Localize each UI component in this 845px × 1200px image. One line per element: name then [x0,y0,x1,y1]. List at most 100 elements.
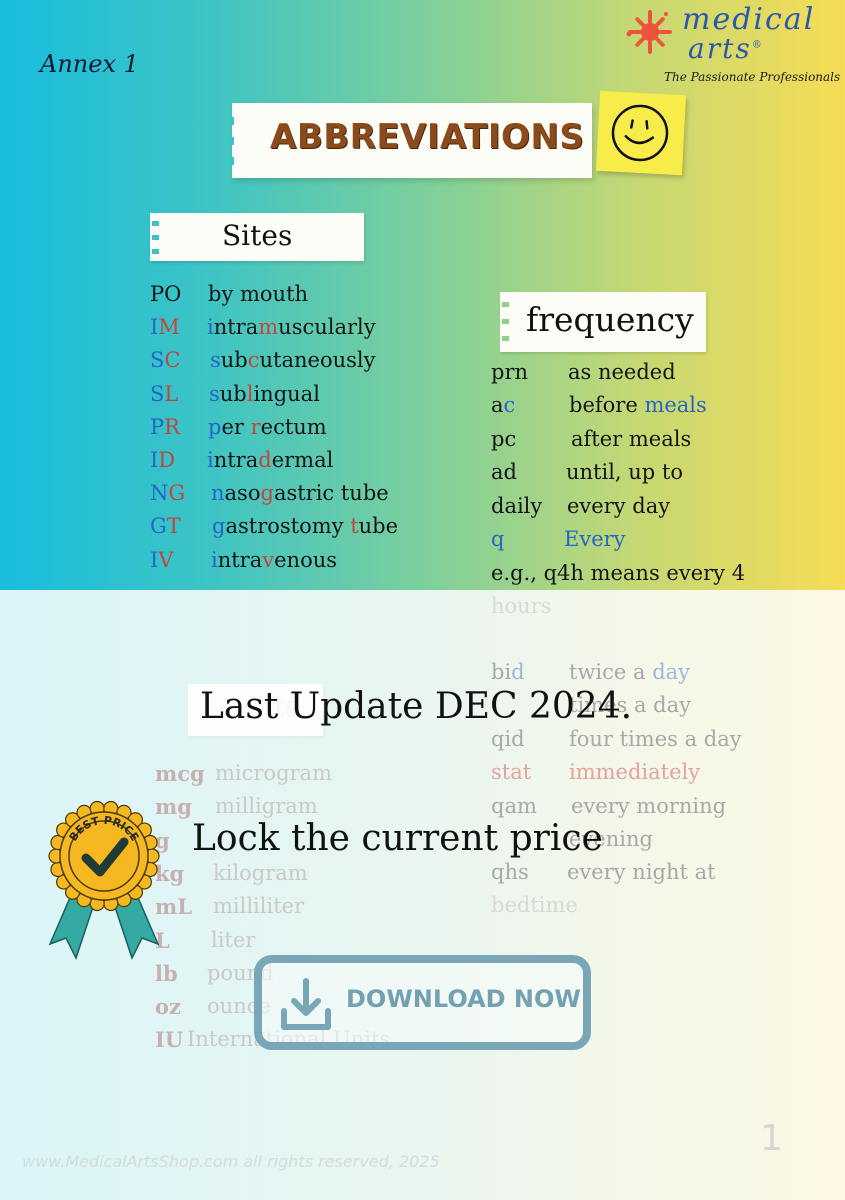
document-page: Annex 1 medical arts® The Passionate Pro… [0,0,845,1200]
definition: intravenous [211,548,337,572]
sticky-note [595,90,687,176]
definition: twice a day [569,660,690,684]
text-segment: pc [491,426,517,451]
text-segment: astric tube [273,481,389,506]
definition: milligram [215,794,318,819]
text-segment: ube [358,514,399,539]
frequency-example: e.g., q4h means every 4 [491,561,746,585]
text-segment: v [262,547,275,572]
abbreviation: PO [150,282,181,306]
definition: liter [211,927,256,952]
text-segment: uscularly [278,315,376,340]
definition: every morning [571,794,726,818]
definition: as needed [568,360,676,384]
definition: per rectum [208,415,327,439]
footer-copyright: www.MedicalArtsShop.com all rights reser… [22,1152,440,1171]
text-segment: R [164,414,180,439]
text-segment: ntra [213,315,259,340]
text-segment: day [652,660,691,684]
text-segment: ntra [217,547,263,572]
text-segment: utaneously [259,348,376,373]
text-segment: D [158,448,176,472]
text-segment: G [168,481,186,506]
text-segment: ectum [260,414,327,439]
definition: subcutaneously [210,348,375,372]
text-segment: twice a [569,660,653,684]
text-segment: bi [491,660,512,684]
frequency-example-tail: hours [491,594,552,618]
medical-arts-logo: medical arts® The Passionate Professiona… [622,2,842,86]
text-segment: astrostomy [225,514,351,539]
text-segment: P [150,414,165,439]
text-segment: V [158,547,174,572]
logo-tagline: The Passionate Professionals [664,70,841,84]
page-title: ABBREVIATIONS [270,117,585,157]
definition: intradermal [207,448,333,472]
text-segment: ermal [271,448,334,472]
text-segment: G [150,514,167,539]
definition: until, up to [566,460,683,484]
text-segment: qhs [491,860,529,885]
text-segment: four times a day [569,726,742,751]
text-segment: s [210,348,221,373]
abbreviation: GT [150,514,181,538]
abbreviation: stat [491,760,531,784]
abbreviation: SL [150,382,178,406]
definition: milliliter [213,894,305,919]
text-segment: as needed [568,360,676,384]
text-segment: stat [491,760,532,785]
definition: sublingual [209,382,320,406]
annex-label: Annex 1 [40,50,139,78]
text-segment: every morning [571,793,727,818]
text-segment: aso [224,481,261,506]
splash-icon [626,10,672,54]
torn-paper-edge-icon [228,117,234,165]
text-segment: every day [567,493,671,518]
download-now-button[interactable]: DOWNLOAD NOW [254,955,591,1050]
text-segment: n [211,481,225,506]
logo-word-arts: arts® [688,32,764,65]
definition: by mouth [208,282,308,306]
text-segment: immediately [569,760,701,785]
frequency-faded-tail: bedtime [491,893,578,917]
text-segment: until, up to [566,460,683,485]
abbreviation: SC [150,348,180,372]
text-segment: i [207,448,214,472]
text-segment: daily [491,493,543,518]
definition: every day [567,494,670,518]
text-segment: qid [491,726,525,751]
text-segment: s [209,381,220,406]
lock-price-text: Lock the current price [192,818,603,859]
text-segment: ntra [213,448,259,472]
last-update-text: Last Update DEC 2024. [200,686,633,727]
text-segment: c [503,393,516,418]
definition: four times a day [569,727,742,751]
text-segment: meals [644,393,707,418]
abbreviation: lb [155,960,178,986]
text-segment: m [258,315,279,340]
text-segment: S [150,381,165,406]
torn-paper-edge-icon [152,221,159,254]
abbreviation: prn [491,360,528,384]
definition: microgram [215,761,332,785]
text-segment: ub [219,381,247,406]
frequency-heading-box: frequency [500,292,706,352]
text-segment: i [211,547,218,572]
text-segment: d [511,660,525,684]
text-segment: prn [491,360,529,384]
text-segment: L [164,381,179,406]
abbreviation: ac [491,393,515,417]
abbreviation: daily [491,494,542,518]
text-segment: every night at [567,860,716,885]
text-segment: g [260,481,274,506]
definition: intramuscularly [207,315,376,339]
download-now-label: DOWNLOAD NOW [346,985,581,1013]
text-segment: a [491,393,504,418]
text-segment: ub [220,348,248,373]
smiley-icon [611,104,669,162]
text-segment: d [258,448,272,472]
text-segment: ad [491,460,517,485]
text-segment: i [207,315,214,340]
abbreviation: qhs [491,860,529,884]
download-icon [281,978,331,1030]
